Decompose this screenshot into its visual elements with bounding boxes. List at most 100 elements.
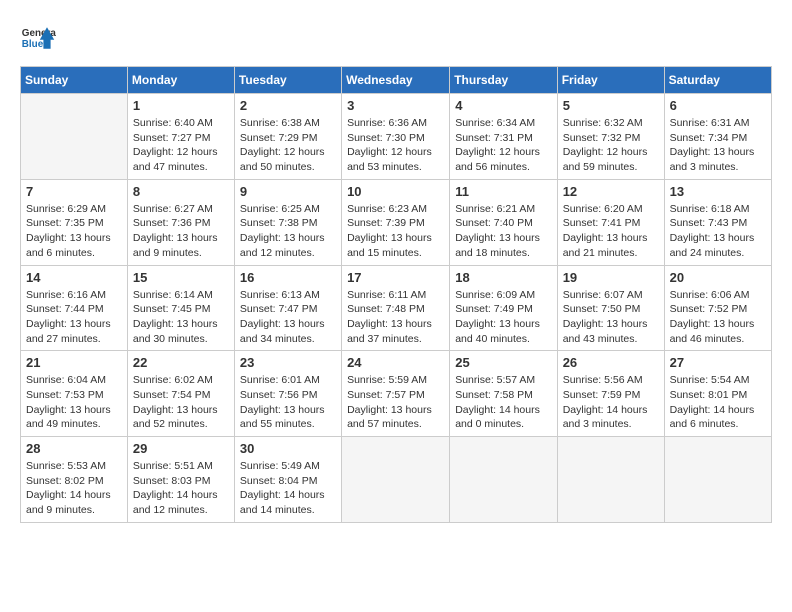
day-info: Sunrise: 6:16 AM Sunset: 7:44 PM Dayligh… <box>26 288 122 347</box>
day-info: Sunrise: 6:31 AM Sunset: 7:34 PM Dayligh… <box>670 116 766 175</box>
logo-icon: General Blue <box>20 20 56 56</box>
day-cell: 30Sunrise: 5:49 AM Sunset: 8:04 PM Dayli… <box>234 437 341 523</box>
day-info: Sunrise: 6:23 AM Sunset: 7:39 PM Dayligh… <box>347 202 444 261</box>
day-cell: 22 Sunrise: 6:02 AM Sunset: 7:54 PM Dayli… <box>127 351 234 437</box>
day-info: Sunrise: 6:20 AM Sunset: 7:41 PM Dayligh… <box>563 202 659 261</box>
day-info: Sunrise: 6:13 AM Sunset: 7:47 PM Dayligh… <box>240 288 336 347</box>
day-info: Sunrise: 6:18 AM Sunset: 7:43 PM Dayligh… <box>670 202 766 261</box>
day-cell: 19 Sunrise: 6:07 AM Sunset: 7:50 PM Dayli… <box>557 265 664 351</box>
day-cell: 17 Sunrise: 6:11 AM Sunset: 7:48 PM Dayli… <box>342 265 450 351</box>
day-cell: 21 Sunrise: 6:04 AM Sunset: 7:53 PM Dayli… <box>21 351 128 437</box>
day-info: Sunrise: 6:01 AM Sunset: 7:56 PM Dayligh… <box>240 373 336 432</box>
col-header-thursday: Thursday <box>450 67 557 94</box>
day-info: Sunrise: 6:34 AM Sunset: 7:31 PM Dayligh… <box>455 116 551 175</box>
week-row-3: 14 Sunrise: 6:16 AM Sunset: 7:44 PM Dayli… <box>21 265 772 351</box>
col-header-saturday: Saturday <box>664 67 771 94</box>
day-cell: 28Sunrise: 5:53 AM Sunset: 8:02 PM Dayli… <box>21 437 128 523</box>
day-number: 16 <box>240 270 336 285</box>
day-info: Sunrise: 6:06 AM Sunset: 7:52 PM Dayligh… <box>670 288 766 347</box>
day-number: 4 <box>455 98 551 113</box>
day-cell: 27 Sunrise: 5:54 AM Sunset: 8:01 PM Dayli… <box>664 351 771 437</box>
day-number: 7 <box>26 184 122 199</box>
day-cell: 4 Sunrise: 6:34 AM Sunset: 7:31 PM Daylig… <box>450 94 557 180</box>
day-cell: 20 Sunrise: 6:06 AM Sunset: 7:52 PM Dayli… <box>664 265 771 351</box>
col-header-friday: Friday <box>557 67 664 94</box>
day-number: 8 <box>133 184 229 199</box>
day-info: Sunrise: 6:25 AM Sunset: 7:38 PM Dayligh… <box>240 202 336 261</box>
day-cell <box>21 94 128 180</box>
day-info: Sunrise: 6:32 AM Sunset: 7:32 PM Dayligh… <box>563 116 659 175</box>
day-info: Sunrise: 6:38 AM Sunset: 7:29 PM Dayligh… <box>240 116 336 175</box>
week-row-1: 1 Sunrise: 6:40 AM Sunset: 7:27 PM Daylig… <box>21 94 772 180</box>
day-info: Sunrise: 6:27 AM Sunset: 7:36 PM Dayligh… <box>133 202 229 261</box>
day-cell: 26 Sunrise: 5:56 AM Sunset: 7:59 PM Dayli… <box>557 351 664 437</box>
day-number: 6 <box>670 98 766 113</box>
day-info: Sunrise: 6:04 AM Sunset: 7:53 PM Dayligh… <box>26 373 122 432</box>
week-row-4: 21 Sunrise: 6:04 AM Sunset: 7:53 PM Dayli… <box>21 351 772 437</box>
day-number: 20 <box>670 270 766 285</box>
day-number: 1 <box>133 98 229 113</box>
svg-text:Blue: Blue <box>22 39 44 50</box>
day-cell: 8 Sunrise: 6:27 AM Sunset: 7:36 PM Daylig… <box>127 179 234 265</box>
day-number: 29 <box>133 441 229 456</box>
day-number: 24 <box>347 355 444 370</box>
day-info: Sunrise: 6:40 AM Sunset: 7:27 PM Dayligh… <box>133 116 229 175</box>
day-number: 3 <box>347 98 444 113</box>
day-number: 21 <box>26 355 122 370</box>
day-info: Sunrise: 5:54 AM Sunset: 8:01 PM Dayligh… <box>670 373 766 432</box>
day-info: Sunrise: 6:36 AM Sunset: 7:30 PM Dayligh… <box>347 116 444 175</box>
day-cell <box>664 437 771 523</box>
day-cell <box>450 437 557 523</box>
day-info: Sunrise: 5:57 AM Sunset: 7:58 PM Dayligh… <box>455 373 551 432</box>
day-cell: 6 Sunrise: 6:31 AM Sunset: 7:34 PM Daylig… <box>664 94 771 180</box>
day-number: 27 <box>670 355 766 370</box>
day-cell: 1 Sunrise: 6:40 AM Sunset: 7:27 PM Daylig… <box>127 94 234 180</box>
day-info: Sunrise: 6:11 AM Sunset: 7:48 PM Dayligh… <box>347 288 444 347</box>
day-cell: 9 Sunrise: 6:25 AM Sunset: 7:38 PM Daylig… <box>234 179 341 265</box>
day-number: 12 <box>563 184 659 199</box>
day-cell: 15 Sunrise: 6:14 AM Sunset: 7:45 PM Dayli… <box>127 265 234 351</box>
day-number: 23 <box>240 355 336 370</box>
day-number: 28 <box>26 441 122 456</box>
day-info: Sunrise: 5:51 AM Sunset: 8:03 PM Dayligh… <box>133 459 229 518</box>
day-number: 26 <box>563 355 659 370</box>
day-info: Sunrise: 5:56 AM Sunset: 7:59 PM Dayligh… <box>563 373 659 432</box>
day-number: 15 <box>133 270 229 285</box>
day-cell: 16 Sunrise: 6:13 AM Sunset: 7:47 PM Dayli… <box>234 265 341 351</box>
day-number: 11 <box>455 184 551 199</box>
day-cell <box>557 437 664 523</box>
day-number: 17 <box>347 270 444 285</box>
week-row-5: 28Sunrise: 5:53 AM Sunset: 8:02 PM Dayli… <box>21 437 772 523</box>
day-cell: 5Sunrise: 6:32 AM Sunset: 7:32 PM Daylig… <box>557 94 664 180</box>
col-header-monday: Monday <box>127 67 234 94</box>
day-number: 10 <box>347 184 444 199</box>
col-header-tuesday: Tuesday <box>234 67 341 94</box>
day-cell: 29 Sunrise: 5:51 AM Sunset: 8:03 PM Dayli… <box>127 437 234 523</box>
day-cell: 24 Sunrise: 5:59 AM Sunset: 7:57 PM Dayli… <box>342 351 450 437</box>
day-info: Sunrise: 5:59 AM Sunset: 7:57 PM Dayligh… <box>347 373 444 432</box>
day-info: Sunrise: 6:02 AM Sunset: 7:54 PM Dayligh… <box>133 373 229 432</box>
day-cell: 14 Sunrise: 6:16 AM Sunset: 7:44 PM Dayli… <box>21 265 128 351</box>
day-number: 19 <box>563 270 659 285</box>
day-number: 18 <box>455 270 551 285</box>
day-number: 14 <box>26 270 122 285</box>
day-cell: 11 Sunrise: 6:21 AM Sunset: 7:40 PM Dayli… <box>450 179 557 265</box>
page-header: General Blue <box>20 20 772 56</box>
day-cell <box>342 437 450 523</box>
day-info: Sunrise: 6:07 AM Sunset: 7:50 PM Dayligh… <box>563 288 659 347</box>
calendar-table: SundayMondayTuesdayWednesdayThursdayFrid… <box>20 66 772 523</box>
header-row: SundayMondayTuesdayWednesdayThursdayFrid… <box>21 67 772 94</box>
logo: General Blue <box>20 20 56 56</box>
day-number: 2 <box>240 98 336 113</box>
day-cell: 3 Sunrise: 6:36 AM Sunset: 7:30 PM Daylig… <box>342 94 450 180</box>
day-cell: 10 Sunrise: 6:23 AM Sunset: 7:39 PM Dayli… <box>342 179 450 265</box>
day-info: Sunrise: 6:09 AM Sunset: 7:49 PM Dayligh… <box>455 288 551 347</box>
day-cell: 25Sunrise: 5:57 AM Sunset: 7:58 PM Dayli… <box>450 351 557 437</box>
day-number: 9 <box>240 184 336 199</box>
day-info: Sunrise: 6:21 AM Sunset: 7:40 PM Dayligh… <box>455 202 551 261</box>
week-row-2: 7Sunrise: 6:29 AM Sunset: 7:35 PM Daylig… <box>21 179 772 265</box>
day-number: 22 <box>133 355 229 370</box>
day-info: Sunrise: 6:14 AM Sunset: 7:45 PM Dayligh… <box>133 288 229 347</box>
day-number: 30 <box>240 441 336 456</box>
day-cell: 13Sunrise: 6:18 AM Sunset: 7:43 PM Dayli… <box>664 179 771 265</box>
